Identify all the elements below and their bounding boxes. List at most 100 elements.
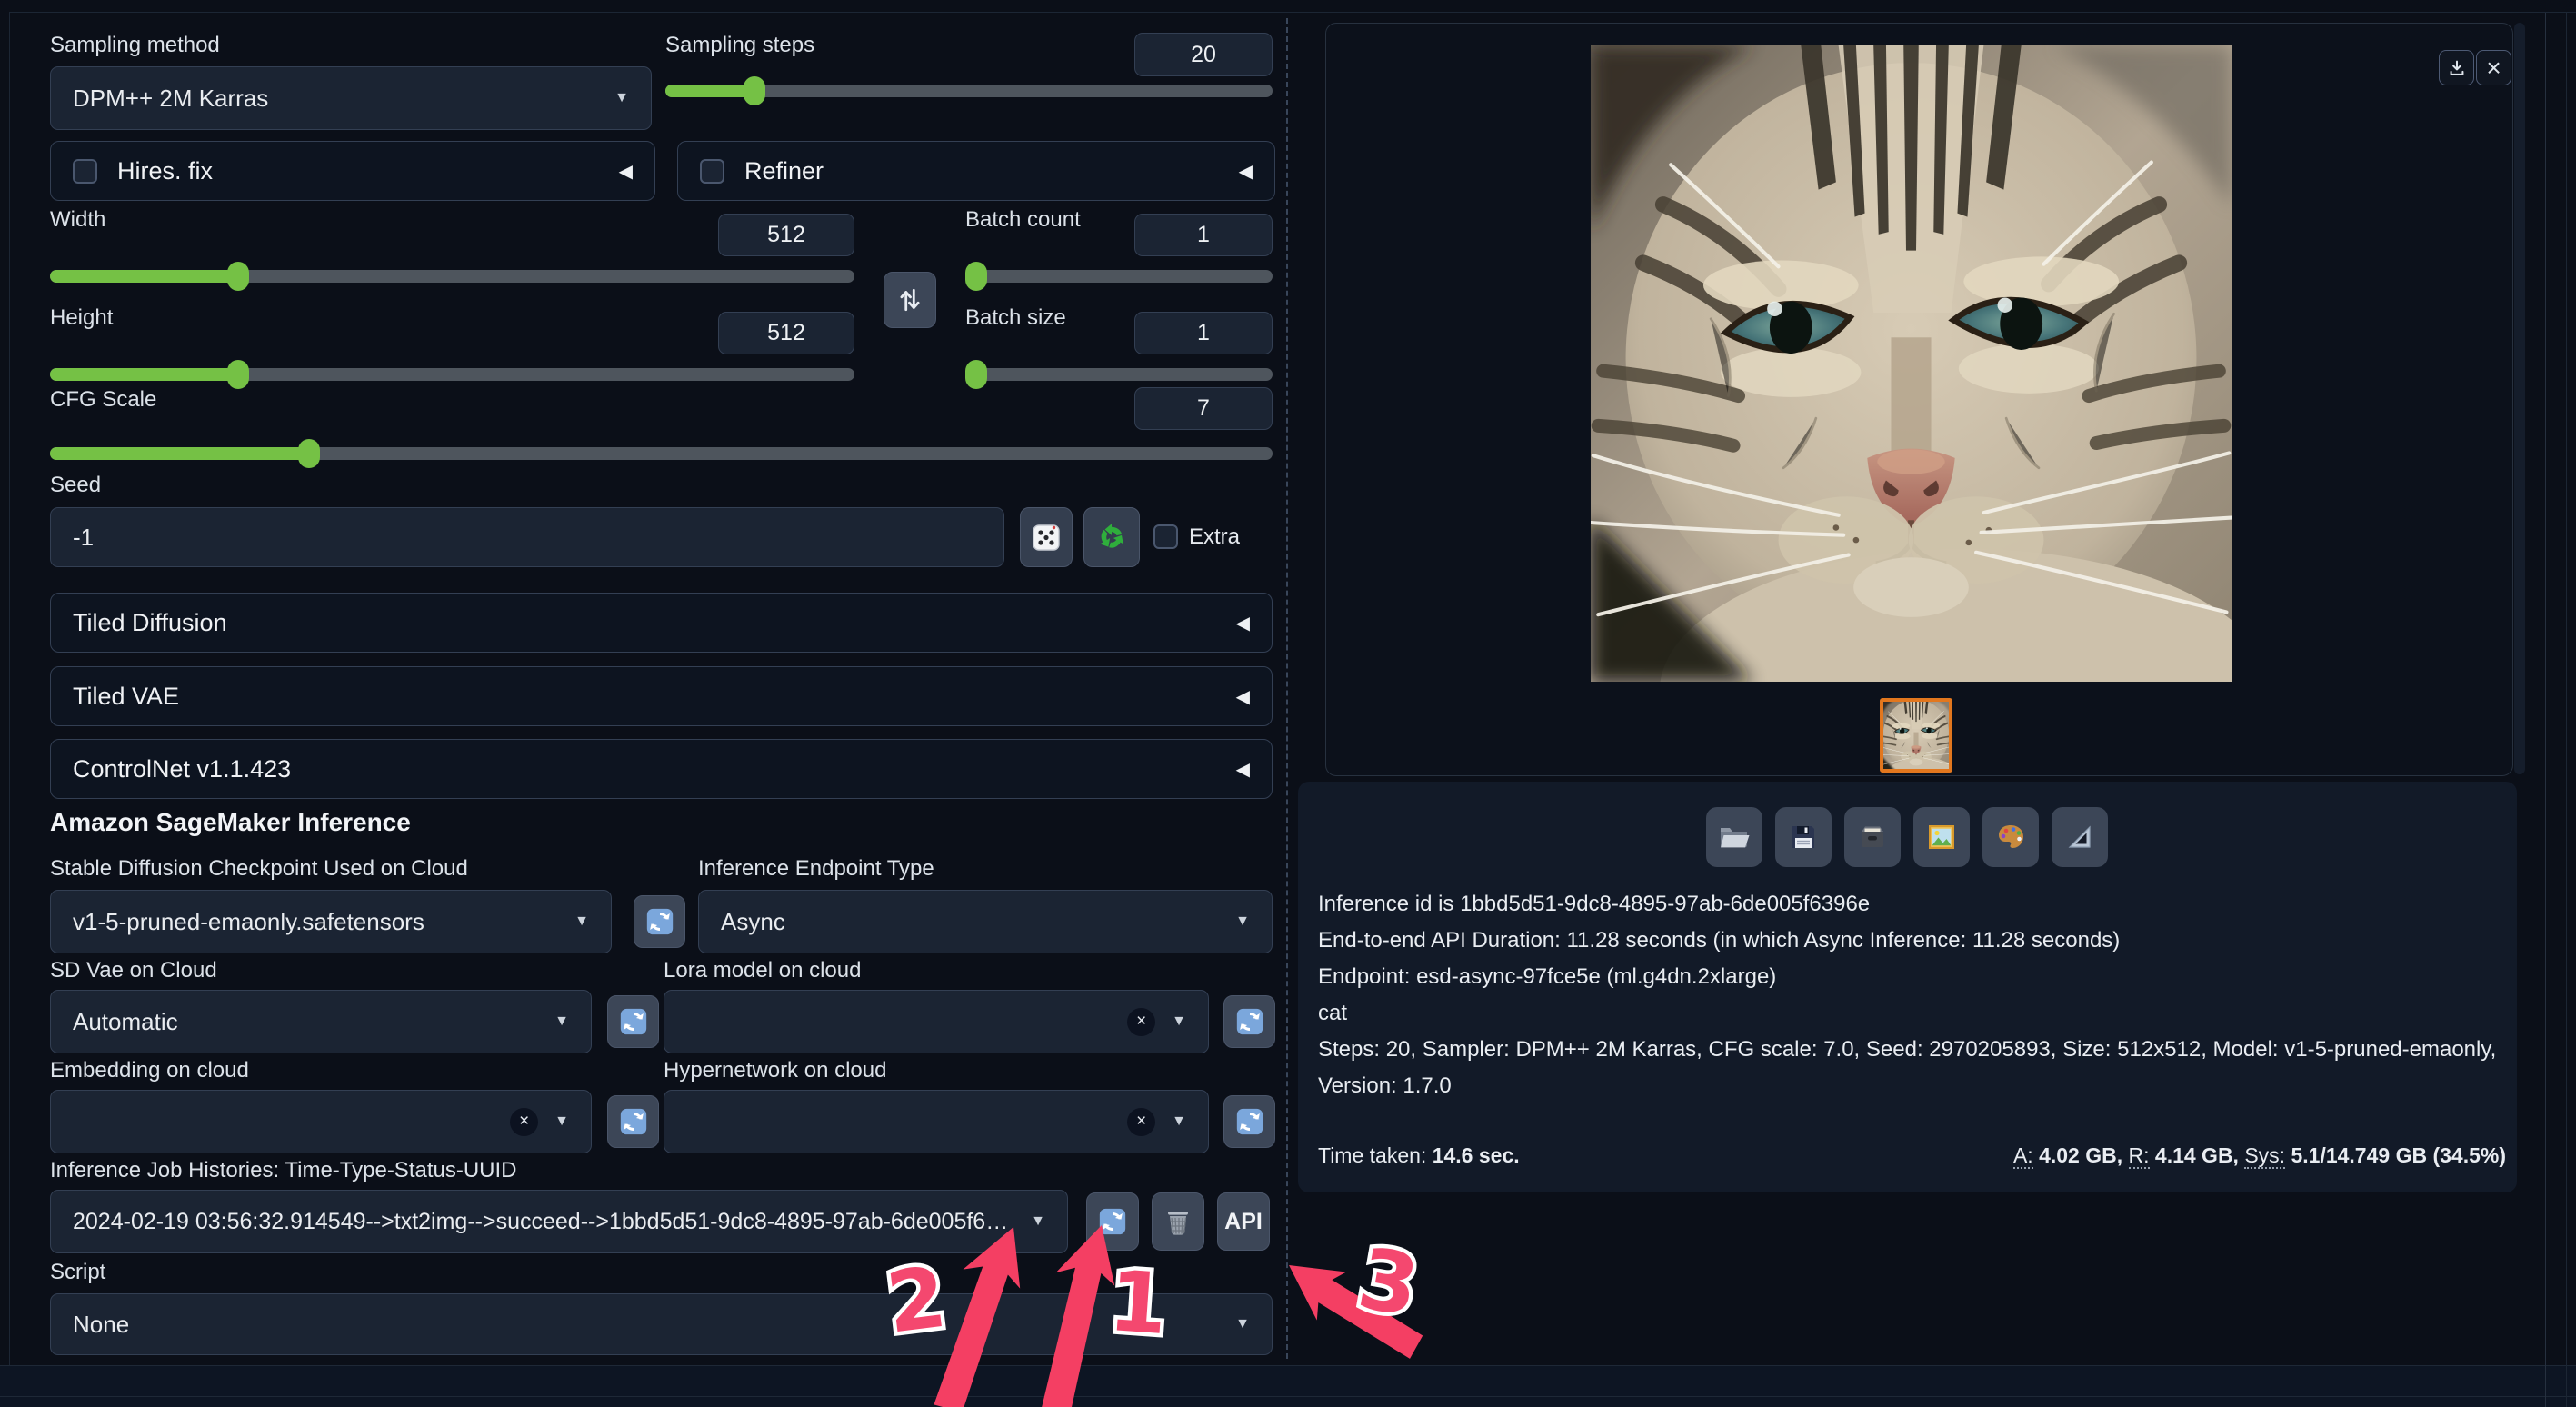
lora-multiselect[interactable]: × ▼ [664, 990, 1209, 1053]
accordion-controlnet[interactable]: ControlNet v1.1.423 ◀ [50, 739, 1273, 799]
framed-picture-icon [1925, 821, 1958, 853]
refresh-icon [1234, 1006, 1265, 1037]
embedding-multiselect[interactable]: × ▼ [50, 1090, 592, 1153]
gallery-scrollbar[interactable] [2514, 23, 2525, 774]
checkpoint-value: v1-5-pruned-emaonly.safetensors [73, 908, 424, 936]
refresh-hypernetwork-button[interactable] [1223, 1095, 1275, 1148]
generation-info-text: Inference id is 1bbd5d51-9dc8-4895-97ab-… [1318, 886, 2514, 1104]
refresh-icon [1234, 1106, 1265, 1137]
width-value[interactable]: 512 [718, 214, 854, 256]
cfg-scale-slider-thumb[interactable] [298, 439, 320, 468]
batch-count-value[interactable]: 1 [1134, 214, 1273, 256]
cfg-scale-value[interactable]: 7 [1134, 387, 1273, 430]
hires-fix-checkbox[interactable] [73, 159, 97, 184]
memory-sys-label: Sys: [2244, 1143, 2285, 1169]
clear-selection-icon[interactable]: × [1127, 1008, 1155, 1036]
chevron-left-icon: ◀ [1236, 685, 1250, 708]
checkpoint-label: Stable Diffusion Checkpoint Used on Clou… [50, 856, 468, 882]
reuse-seed-button[interactable] [1083, 507, 1140, 567]
floppy-save-icon [1787, 821, 1820, 853]
clear-selection-icon[interactable]: × [510, 1108, 538, 1136]
checkpoint-dropdown[interactable]: v1-5-pruned-emaonly.safetensors ▼ [50, 890, 612, 953]
time-taken-value: 14.6 sec. [1433, 1143, 1520, 1167]
sampling-steps-value[interactable]: 20 [1134, 33, 1273, 76]
send-to-inpaint-button[interactable] [2052, 807, 2108, 867]
chevron-down-icon: ▼ [574, 913, 589, 930]
height-slider[interactable] [50, 368, 854, 381]
refresh-icon [1097, 1206, 1128, 1237]
swap-dimensions-button[interactable] [884, 272, 936, 328]
memory-a-label: A: [2013, 1143, 2033, 1169]
script-dropdown[interactable]: None ▼ [50, 1293, 1273, 1355]
sampling-steps-slider-fill [665, 85, 754, 97]
chevron-down-icon: ▼ [1172, 1113, 1186, 1130]
extra-seed-checkbox[interactable] [1153, 524, 1178, 549]
hypernetwork-multiselect[interactable]: × ▼ [664, 1090, 1209, 1153]
download-image-button[interactable] [2439, 50, 2474, 85]
chevron-down-icon: ▼ [1235, 1316, 1250, 1332]
sampling-method-value: DPM++ 2M Karras [73, 85, 268, 113]
refresh-icon [644, 906, 675, 937]
batch-count-label: Batch count [965, 207, 1081, 233]
sd-vae-dropdown[interactable]: Automatic ▼ [50, 990, 592, 1053]
height-slider-thumb[interactable] [227, 360, 249, 389]
width-slider-thumb[interactable] [227, 262, 249, 291]
batch-size-value[interactable]: 1 [1134, 312, 1273, 354]
delete-job-history-button[interactable] [1152, 1192, 1204, 1251]
annotation-number-3: 3 [1352, 1230, 1426, 1335]
api-button[interactable]: API [1217, 1192, 1270, 1251]
refiner-panel[interactable]: Refiner ◀ [677, 141, 1275, 201]
sampling-steps-label: Sampling steps [665, 33, 814, 58]
left-border [9, 12, 10, 1366]
refresh-embedding-button[interactable] [607, 1095, 659, 1148]
chevron-left-icon: ◀ [619, 160, 633, 183]
swap-arrows-icon [898, 286, 922, 314]
send-to-img2img-button[interactable] [1913, 807, 1970, 867]
sampling-method-label: Sampling method [50, 33, 220, 58]
job-histories-dropdown[interactable]: 2024-02-19 03:56:32.914549-->txt2img-->s… [50, 1190, 1068, 1253]
refresh-checkpoint-button[interactable] [634, 895, 685, 948]
sampling-method-dropdown[interactable]: DPM++ 2M Karras ▼ [50, 66, 652, 130]
sampling-steps-slider[interactable] [665, 85, 1273, 97]
width-slider[interactable] [50, 270, 854, 283]
refresh-icon [618, 1106, 649, 1137]
gallery-thumbnail-selected[interactable] [1880, 698, 1952, 773]
accordion-tiled-diffusion[interactable]: Tiled Diffusion ◀ [50, 593, 1273, 653]
height-value[interactable]: 512 [718, 312, 854, 354]
status-bar: Time taken: 14.6 sec. A: 4.02 GB, R: 4.1… [1318, 1143, 2506, 1168]
chevron-down-icon: ▼ [1172, 1013, 1186, 1030]
job-histories-label: Inference Job Histories: Time-Type-Statu… [50, 1158, 517, 1183]
extra-seed-label: Extra [1189, 524, 1240, 550]
batch-size-slider[interactable] [965, 368, 1273, 381]
refiner-checkbox[interactable] [700, 159, 724, 184]
open-folder-button[interactable] [1706, 807, 1762, 867]
sd-vae-label: SD Vae on Cloud [50, 958, 217, 983]
accordion-label: Tiled Diffusion [73, 609, 227, 637]
column-resize-handle[interactable] [1286, 18, 1288, 1359]
save-zip-button[interactable] [1844, 807, 1901, 867]
batch-size-slider-thumb[interactable] [965, 360, 987, 389]
close-preview-button[interactable]: × [2476, 50, 2511, 85]
random-seed-button[interactable] [1020, 507, 1073, 567]
batch-count-slider-thumb[interactable] [965, 262, 987, 291]
refresh-job-histories-button[interactable] [1086, 1192, 1139, 1251]
batch-count-slider[interactable] [965, 270, 1273, 283]
hires-fix-panel[interactable]: Hires. fix ◀ [50, 141, 655, 201]
archive-box-icon [1856, 821, 1889, 853]
accordion-tiled-vae[interactable]: Tiled VAE ◀ [50, 666, 1273, 726]
send-to-extras-button[interactable] [1982, 807, 2039, 867]
prompt-line: cat [1318, 995, 2514, 1032]
cfg-scale-slider[interactable] [50, 447, 1273, 460]
endpoint-type-dropdown[interactable]: Async ▼ [698, 890, 1273, 953]
sampling-steps-slider-thumb[interactable] [744, 76, 765, 105]
chevron-down-icon: ▼ [554, 1013, 569, 1030]
accordion-label: Tiled VAE [73, 683, 179, 711]
clear-selection-icon[interactable]: × [1127, 1108, 1155, 1136]
chevron-down-icon: ▼ [554, 1113, 569, 1130]
refresh-lora-button[interactable] [1223, 995, 1275, 1048]
hires-fix-label: Hires. fix [117, 157, 213, 185]
generated-image[interactable] [1591, 45, 2232, 682]
refresh-sd-vae-button[interactable] [607, 995, 659, 1048]
seed-input[interactable]: -1 [50, 507, 1004, 567]
save-image-button[interactable] [1775, 807, 1832, 867]
